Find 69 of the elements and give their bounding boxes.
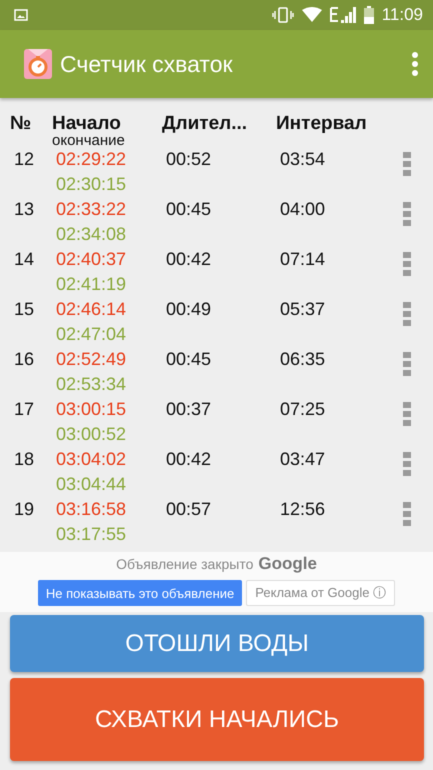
row-number: 19 (14, 498, 36, 521)
app-logo-icon (24, 49, 52, 79)
row-menu-icon[interactable] (403, 352, 411, 376)
start-time: 02:46:14 (56, 298, 128, 321)
more-menu-icon[interactable] (411, 51, 419, 77)
app-title: Счетчик схваток (60, 50, 234, 78)
row-number: 14 (14, 248, 36, 271)
end-time: 03:17:55 (56, 523, 128, 546)
status-time: 11:09 (382, 5, 423, 25)
google-brand: Google (258, 554, 317, 574)
start-time: 03:00:15 (56, 398, 128, 421)
end-time: 02:47:04 (56, 323, 128, 346)
row-menu-icon[interactable] (403, 452, 411, 476)
end-time: 03:04:44 (56, 473, 128, 496)
start-time: 03:16:58 (56, 498, 128, 521)
interval-cell: 05:37 (280, 299, 326, 319)
duration-cell: 00:57 (166, 499, 212, 519)
duration-cell: 00:49 (166, 299, 212, 319)
row-number: 15 (14, 298, 36, 321)
duration-cell: 00:45 (166, 349, 212, 369)
row-number: 12 (14, 148, 36, 171)
row-menu-icon[interactable] (403, 302, 411, 326)
end-time: 03:00:52 (56, 423, 128, 446)
end-time: 02:41:19 (56, 273, 128, 296)
row-menu-icon[interactable] (403, 152, 411, 176)
vibrate-icon (272, 7, 294, 23)
interval-cell: 04:00 (280, 199, 326, 219)
wifi-icon (302, 7, 322, 23)
start-time: 02:33:22 (56, 198, 128, 221)
signal-icon (330, 6, 356, 24)
row-menu-icon[interactable] (403, 502, 411, 526)
column-header: Длител... (162, 114, 248, 136)
battery-icon (364, 6, 374, 24)
ad-info-button[interactable]: Реклама от Google ⓘ (246, 580, 396, 606)
row-menu-icon[interactable] (403, 202, 411, 226)
start-time: 02:40:37 (56, 248, 128, 271)
action-button[interactable]: СХВАТКИ НАЧАЛИСЬ (10, 678, 424, 761)
column-header: № (10, 114, 32, 136)
hide-ad-button[interactable]: Не показывать это объявление (38, 580, 242, 606)
duration-cell: 00:52 (166, 149, 212, 169)
interval-cell: 07:14 (280, 249, 326, 269)
column-subheader: окончание (52, 134, 126, 148)
interval-cell: 06:35 (280, 349, 326, 369)
start-time: 02:52:49 (56, 348, 128, 371)
image-icon (14, 9, 28, 21)
end-time: 02:34:08 (56, 223, 128, 246)
row-number: 18 (14, 448, 36, 471)
duration-cell: 00:42 (166, 449, 212, 469)
info-icon: ⓘ (373, 585, 386, 600)
start-time: 03:04:02 (56, 448, 128, 471)
row-menu-icon[interactable] (403, 402, 411, 426)
interval-cell: 03:54 (280, 149, 326, 169)
interval-cell: 12:56 (280, 499, 326, 519)
start-time: 02:29:22 (56, 148, 128, 171)
row-menu-icon[interactable] (403, 252, 411, 276)
row-number: 13 (14, 198, 36, 221)
column-header: Интервал (276, 114, 368, 136)
interval-cell: 03:47 (280, 449, 326, 469)
action-button[interactable]: ОТОШЛИ ВОДЫ (10, 615, 424, 672)
row-number: 17 (14, 398, 36, 421)
column-header: Начало (52, 114, 122, 134)
duration-cell: 00:42 (166, 249, 212, 269)
duration-cell: 00:37 (166, 399, 212, 419)
end-time: 02:30:15 (56, 173, 128, 196)
ad-closed-notice: Объявление закрыто (116, 556, 254, 572)
interval-cell: 07:25 (280, 399, 326, 419)
end-time: 02:53:34 (56, 373, 128, 396)
row-number: 16 (14, 348, 36, 371)
duration-cell: 00:45 (166, 199, 212, 219)
